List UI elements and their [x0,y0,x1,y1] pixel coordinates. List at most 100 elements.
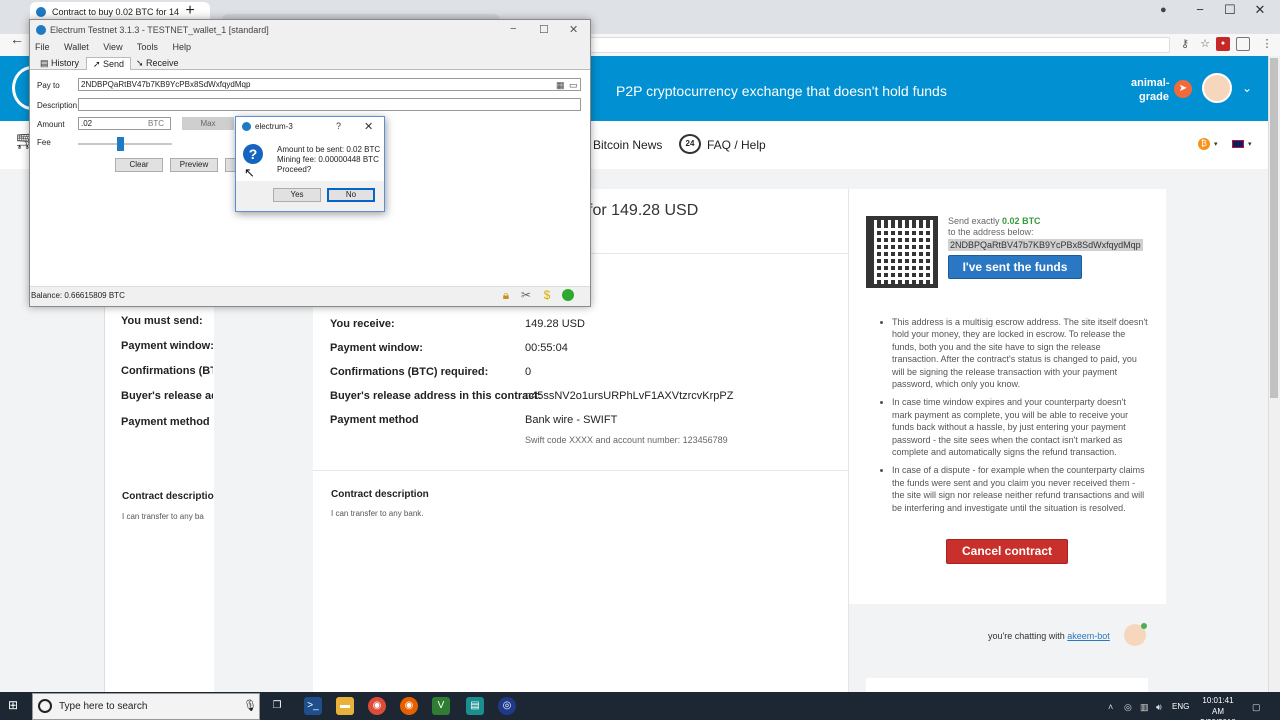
no-button[interactable]: No [327,188,375,202]
amount-label: Amount [37,120,65,129]
electrum-close-button[interactable]: ✕ [569,23,578,36]
menu-tools[interactable]: Tools [137,42,158,52]
network-status-icon[interactable] [561,288,575,302]
key-icon[interactable]: ⚷ [1178,37,1192,51]
user-avatar[interactable] [1202,73,1232,103]
taskbar-search-placeholder: Type here to search [59,701,148,712]
nav-faq-help[interactable]: FAQ / Help [707,138,766,152]
dialog-title: electrum-3 [255,122,293,131]
browser-close-button[interactable]: ✕ [1245,2,1275,20]
folder-icon[interactable]: ▭ [569,80,578,91]
tab-receive[interactable]: ➘ Receive [130,57,185,70]
network-icon[interactable]: ▥ [1140,702,1149,713]
taskbar-clock[interactable]: 10:01:41 AM 5/30/2018 [1196,695,1240,728]
send-icon: ➚ [93,59,104,69]
powershell-icon[interactable]: >_ [304,697,322,715]
electrum-logo-icon [36,25,46,35]
scrollbar-thumb[interactable] [1270,58,1278,398]
escrow-note: In case time window expires and your cou… [892,396,1148,458]
microphone-icon[interactable]: 🎙︎ [243,699,257,712]
electrum-menubar: File Wallet View Tools Help [35,42,203,52]
label-you-receive: You receive: [330,318,395,330]
mouse-cursor-icon: ↖ [244,165,255,180]
chevron-down-icon[interactable]: ⌄ [1242,81,1252,95]
notepad-icon[interactable]: ▤ [466,697,484,715]
menu-wallet[interactable]: Wallet [64,42,89,52]
adblock-icon[interactable]: ● [1216,37,1230,51]
back-arrow-icon[interactable]: ← [6,28,28,50]
electrum-maximize-button[interactable]: ☐ [539,23,549,36]
address-bar[interactable] [590,37,1170,53]
tab-history[interactable]: ▤ History [34,57,85,70]
browser-maximize-button[interactable]: ☐ [1215,2,1245,20]
preview-button[interactable]: Preview [170,158,218,172]
label-release-address: Buyer's release address in this contract… [330,390,542,402]
notifications-icon[interactable]: ▢ [1252,702,1261,713]
question-icon: ? [243,144,263,164]
firefox-icon[interactable]: ◉ [400,697,418,715]
yes-button[interactable]: Yes [273,188,321,202]
browser-minimize-button[interactable]: − [1185,2,1215,20]
sent-funds-button[interactable]: I've sent the funds [948,255,1082,279]
send-exactly-prefix: Send exactly [948,216,1000,226]
fee-slider[interactable] [78,143,172,145]
dialog-fee-line: Mining fee: 0.00000448 BTC [277,155,379,164]
chrome-icon[interactable]: ◉ [368,697,386,715]
qr-scan-icon[interactable]: ▦ [556,80,565,91]
clear-button[interactable]: Clear [115,158,163,172]
windows-start-icon[interactable]: ⊞ [8,698,22,712]
browser-menu-icon[interactable]: ⋮ [1260,37,1274,51]
tab-send[interactable]: ➚ Send [86,57,132,70]
extension-icon[interactable] [1236,37,1250,51]
bg-label-release: Buyer's release addr [121,390,213,402]
volume-icon[interactable]: 🔊︎ [1156,702,1162,713]
task-view-icon[interactable]: ❐ [268,697,286,715]
electrum-logo-icon [242,122,251,131]
search-icon [38,699,52,713]
dialog-close-button[interactable]: ✕ [364,120,373,133]
profile-icon[interactable]: ● [1160,4,1167,16]
chat-user-link[interactable]: akeem-bot [1067,631,1110,641]
notification-badge-icon[interactable]: ➤ [1174,80,1192,98]
dialog-proceed-line: Proceed? [277,165,312,174]
file-explorer-icon[interactable]: ▬ [336,697,354,715]
uk-flag-icon[interactable] [1232,140,1244,148]
electrum-title: Electrum Testnet 3.1.3 - TESTNET_wallet_… [50,25,269,35]
language-caret-icon[interactable]: ▾ [1248,140,1252,148]
value-you-receive: 149.28 USD [525,318,585,330]
support-24-icon[interactable]: 24 [679,134,701,154]
tab-title: Contract to buy 0.02 BTC for 14 [52,7,180,17]
nav-bitcoin-news[interactable]: Bitcoin News [593,138,662,152]
bitcoin-currency-icon[interactable]: ₿ [1198,138,1210,150]
send-exactly-suffix: to the address below: [948,227,1034,237]
tray-chevron-icon[interactable]: ˄ [1108,702,1113,712]
pay-to-input[interactable]: 2NDBPQaRtBV47b7KB9YcPBx8SdWxfqydMqp [78,78,581,91]
dialog-help-button[interactable]: ? [336,121,341,131]
cancel-contract-button[interactable]: Cancel contract [946,539,1068,564]
contract-description-text: I can transfer to any bank. [331,509,424,518]
chat-prefix: you're chatting with [988,631,1065,641]
menu-file[interactable]: File [35,42,50,52]
seed-icon[interactable]: $ [540,288,554,302]
tray-electrum-icon[interactable]: ◎ [1124,702,1132,713]
menu-view[interactable]: View [103,42,122,52]
value-payment-window: 00:55:04 [525,342,568,354]
lock-icon[interactable]: 🔒︎ [499,288,513,302]
star-icon[interactable]: ☆ [1198,37,1212,51]
vim-icon[interactable]: V [432,697,450,715]
electrum-minimize-button[interactable]: − [510,23,516,35]
user-name[interactable]: animal-grade [1131,76,1170,104]
tools-icon[interactable]: ✂ [519,288,533,302]
menu-help[interactable]: Help [172,42,191,52]
chat-box[interactable] [866,678,1148,692]
description-input[interactable] [78,98,581,111]
max-button[interactable]: Max [182,117,234,130]
fee-slider-handle[interactable] [117,137,125,151]
amount-input[interactable]: .02 BTC [78,117,171,130]
electrum-taskbar-icon[interactable]: ◎ [498,697,516,715]
amount-unit: BTC [148,119,164,128]
value-release-address: n45ssNV2o1ursURPhLvF1AXVtzrcvKrpPZ [525,390,734,402]
currency-caret-icon[interactable]: ▾ [1214,140,1218,148]
language-indicator[interactable]: ENG [1172,702,1189,711]
escrow-address[interactable]: 2NDBPQaRtBV47b7KB9YcPBx8SdWxfqydMqp [948,239,1143,251]
